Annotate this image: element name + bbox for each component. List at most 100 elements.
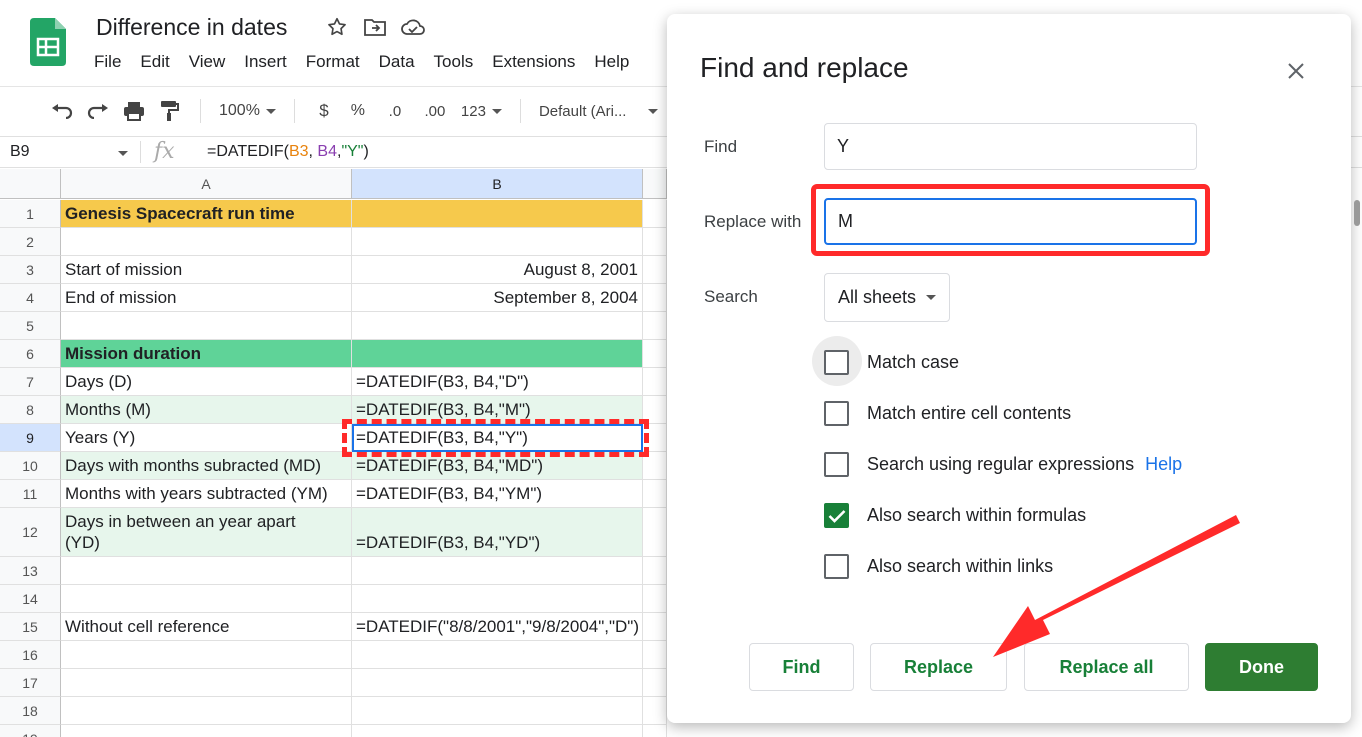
row-header[interactable]: 18 xyxy=(0,697,61,725)
cell-b12[interactable]: =DATEDIF(B3, B4,"YD") xyxy=(352,508,643,557)
name-box[interactable]: B9 xyxy=(10,143,30,161)
cell-c16[interactable] xyxy=(643,641,667,669)
close-icon[interactable] xyxy=(1281,56,1311,86)
cell-a18[interactable] xyxy=(61,697,352,725)
cell-a3[interactable]: Start of mission xyxy=(61,256,352,284)
menu-file[interactable]: File xyxy=(94,52,121,72)
menu-data[interactable]: Data xyxy=(379,52,415,72)
cell-c13[interactable] xyxy=(643,557,667,585)
percent-format-button[interactable]: % xyxy=(341,102,375,120)
cell-b4[interactable]: September 8, 2004 xyxy=(352,284,643,312)
chevron-down-icon[interactable] xyxy=(118,151,128,156)
menu-extensions[interactable]: Extensions xyxy=(492,52,575,72)
cell-a15[interactable]: Without cell reference xyxy=(61,613,352,641)
font-select[interactable]: Default (Ari... xyxy=(533,103,665,120)
row-header[interactable]: 17 xyxy=(0,669,61,697)
row-header[interactable]: 14 xyxy=(0,585,61,613)
row-header[interactable]: 10 xyxy=(0,452,61,480)
cell-c3[interactable] xyxy=(643,256,667,284)
cell-a7[interactable]: Days (D) xyxy=(61,368,352,396)
row-header[interactable]: 1 xyxy=(0,200,61,228)
select-all-corner[interactable] xyxy=(0,169,61,199)
cell-a6[interactable]: Mission duration xyxy=(61,340,352,368)
menu-view[interactable]: View xyxy=(189,52,226,72)
cell-b16[interactable] xyxy=(352,641,643,669)
paint-format-icon[interactable] xyxy=(152,96,188,126)
cell-c4[interactable] xyxy=(643,284,667,312)
cell-a17[interactable] xyxy=(61,669,352,697)
cell-c19[interactable] xyxy=(643,725,667,737)
row-header[interactable]: 7 xyxy=(0,368,61,396)
cell-b5[interactable] xyxy=(352,312,643,340)
cell-b6[interactable] xyxy=(352,340,643,368)
cell-c2[interactable] xyxy=(643,228,667,256)
row-header[interactable]: 8 xyxy=(0,396,61,424)
search-scope-select[interactable]: All sheets xyxy=(824,273,950,322)
menu-help[interactable]: Help xyxy=(594,52,629,72)
cell-b14[interactable] xyxy=(352,585,643,613)
cell-b3[interactable]: August 8, 2001 xyxy=(352,256,643,284)
cell-a10[interactable]: Days with months subracted (MD) xyxy=(61,452,352,480)
row-header[interactable]: 19 xyxy=(0,725,61,737)
cell-a4[interactable]: End of mission xyxy=(61,284,352,312)
cell-c7[interactable] xyxy=(643,368,667,396)
cell-c5[interactable] xyxy=(643,312,667,340)
match-entire-cell-checkbox[interactable] xyxy=(824,401,849,426)
done-button[interactable]: Done xyxy=(1205,643,1318,691)
cell-a11[interactable]: Months with years subtracted (YM) xyxy=(61,480,352,508)
row-header[interactable]: 6 xyxy=(0,340,61,368)
menu-edit[interactable]: Edit xyxy=(140,52,169,72)
cell-a16[interactable] xyxy=(61,641,352,669)
search-links-option[interactable]: Also search within links xyxy=(824,554,1053,579)
match-entire-cell-option[interactable]: Match entire cell contents xyxy=(824,401,1071,426)
star-icon[interactable] xyxy=(324,14,350,40)
cell-a12[interactable]: Days in between an year apart (YD) xyxy=(61,508,352,557)
currency-format-button[interactable]: $ xyxy=(307,101,341,121)
cell-b17[interactable] xyxy=(352,669,643,697)
cell-a8[interactable]: Months (M) xyxy=(61,396,352,424)
cell-c12[interactable] xyxy=(643,508,667,557)
row-header[interactable]: 11 xyxy=(0,480,61,508)
search-formulas-checkbox[interactable] xyxy=(824,503,849,528)
zoom-select[interactable]: 100% xyxy=(213,102,282,120)
print-icon[interactable] xyxy=(116,96,152,126)
cell-a14[interactable] xyxy=(61,585,352,613)
cell-b11[interactable]: =DATEDIF(B3, B4,"YM") xyxy=(352,480,643,508)
document-title[interactable]: Difference in dates xyxy=(96,14,287,41)
cell-b18[interactable] xyxy=(352,697,643,725)
more-formats-select[interactable]: 123 xyxy=(455,103,508,120)
cell-b7[interactable]: =DATEDIF(B3, B4,"D") xyxy=(352,368,643,396)
row-header[interactable]: 4 xyxy=(0,284,61,312)
find-button[interactable]: Find xyxy=(749,643,854,691)
move-folder-icon[interactable] xyxy=(362,14,388,40)
sheets-logo-icon[interactable] xyxy=(30,18,66,66)
decrease-decimal-button[interactable]: .0 xyxy=(375,103,415,120)
undo-icon[interactable] xyxy=(44,96,80,126)
regex-checkbox[interactable] xyxy=(824,452,849,477)
cell-b13[interactable] xyxy=(352,557,643,585)
menu-tools[interactable]: Tools xyxy=(434,52,474,72)
row-header[interactable]: 2 xyxy=(0,228,61,256)
formula-input[interactable]: =DATEDIF(B3, B4,"Y") xyxy=(207,143,369,161)
cell-c1[interactable] xyxy=(643,200,667,228)
cell-b2[interactable] xyxy=(352,228,643,256)
cell-a1[interactable]: Genesis Spacecraft run time xyxy=(61,200,352,228)
menu-format[interactable]: Format xyxy=(306,52,360,72)
cell-c11[interactable] xyxy=(643,480,667,508)
redo-icon[interactable] xyxy=(80,96,116,126)
cell-a2[interactable] xyxy=(61,228,352,256)
row-header[interactable]: 12 xyxy=(0,508,61,557)
cell-a19[interactable] xyxy=(61,725,352,737)
regex-option[interactable]: Search using regular expressions Help xyxy=(824,452,1182,477)
row-header[interactable]: 5 xyxy=(0,312,61,340)
find-input[interactable]: Y xyxy=(824,123,1197,170)
search-links-checkbox[interactable] xyxy=(824,554,849,579)
row-header[interactable]: 13 xyxy=(0,557,61,585)
match-case-option[interactable]: Match case xyxy=(824,350,959,375)
cell-c6[interactable] xyxy=(643,340,667,368)
cell-b19[interactable] xyxy=(352,725,643,737)
cell-b1[interactable] xyxy=(352,200,643,228)
menu-insert[interactable]: Insert xyxy=(244,52,287,72)
column-header-a[interactable]: A xyxy=(61,169,352,199)
row-header[interactable]: 16 xyxy=(0,641,61,669)
